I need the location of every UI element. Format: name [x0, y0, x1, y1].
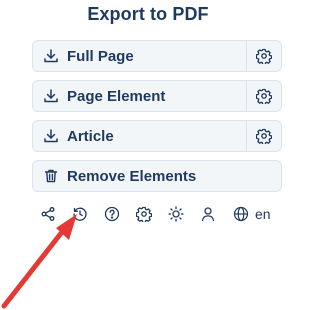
help-icon — [104, 206, 120, 222]
history-button[interactable] — [72, 203, 88, 225]
globe-icon — [233, 206, 249, 222]
download-icon — [43, 48, 59, 64]
gear-icon — [256, 88, 272, 104]
trash-icon — [43, 168, 59, 184]
settings-button[interactable] — [136, 203, 152, 225]
page-element-row: Page Element — [32, 80, 282, 112]
page-title: Export to PDF — [87, 4, 209, 24]
article-label: Article — [67, 127, 114, 145]
user-icon — [201, 207, 215, 222]
full-page-settings-button[interactable] — [246, 41, 281, 71]
remove-elements-button[interactable]: Remove Elements — [33, 161, 281, 191]
remove-elements-row: Remove Elements — [32, 160, 282, 192]
article-settings-button[interactable] — [246, 121, 281, 151]
gear-icon — [256, 48, 272, 64]
full-page-label: Full Page — [67, 47, 134, 65]
theme-sun-icon — [168, 206, 184, 222]
account-button[interactable] — [200, 203, 216, 225]
share-icon — [41, 207, 55, 221]
page-element-button[interactable]: Page Element — [33, 81, 246, 111]
share-button[interactable] — [40, 203, 56, 225]
full-page-row: Full Page — [32, 40, 282, 72]
page-element-label: Page Element — [67, 87, 166, 105]
settings-icon — [136, 206, 152, 222]
theme-toggle-button[interactable] — [168, 203, 184, 225]
download-icon — [43, 128, 59, 144]
download-icon — [43, 88, 59, 104]
language-label: en — [255, 206, 271, 222]
help-button[interactable] — [104, 203, 120, 225]
history-icon — [73, 207, 87, 221]
full-page-button[interactable]: Full Page — [33, 41, 246, 71]
gear-icon — [256, 128, 272, 144]
language-selector[interactable]: en — [233, 203, 271, 225]
page-element-settings-button[interactable] — [246, 81, 281, 111]
remove-elements-label: Remove Elements — [67, 167, 197, 185]
article-row: Article — [32, 120, 282, 152]
article-button[interactable]: Article — [33, 121, 246, 151]
